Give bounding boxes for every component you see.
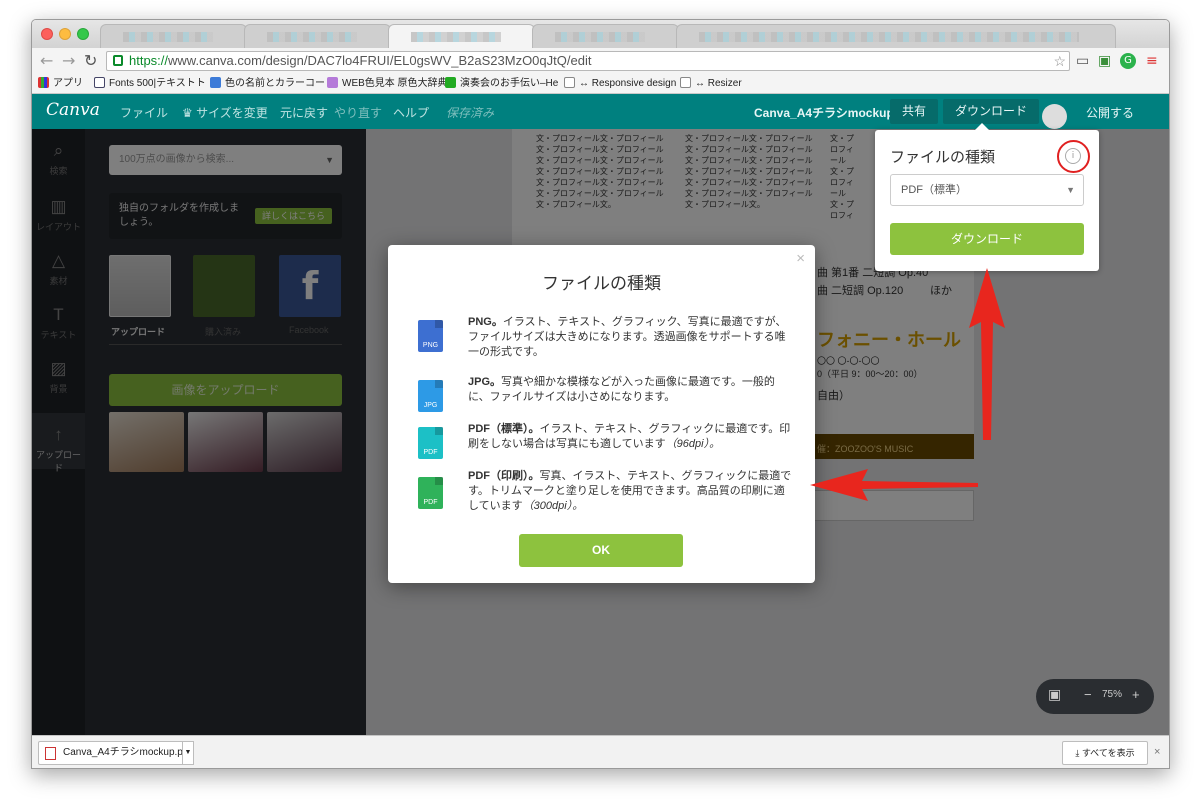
browser-tab[interactable]	[100, 24, 247, 48]
saved-status: 保存済み	[446, 106, 495, 120]
highlight-circle	[1057, 140, 1090, 173]
file-type-row: PDF PDF（標準）。イラスト、テキスト、グラフィックに最適です。印刷をしない…	[418, 422, 790, 472]
downloaded-file[interactable]: Canva_A4チラシmockup.pdf ▼	[38, 741, 194, 765]
redo-button[interactable]: やり直す	[334, 104, 382, 121]
browser-tab[interactable]	[244, 24, 391, 48]
bookmark-item[interactable]: Fonts 500|テキストト	[94, 77, 206, 91]
lock-icon	[113, 55, 123, 66]
url-scheme: https://	[129, 53, 169, 68]
file-type-dialog: × ファイルの種類 PNG PNG。イラスト、テキスト、グラフィック、写真に最適…	[388, 245, 815, 583]
browser-window: ← → ↻ https://www.canva.com/design/DAC7l…	[31, 19, 1170, 769]
tab-bar	[32, 20, 1169, 48]
publish-toggle[interactable]	[1042, 104, 1067, 129]
address-toolbar: ← → ↻ https://www.canva.com/design/DAC7l…	[32, 48, 1169, 74]
file-type-row: JPG JPG。写真や細かな模様などが入った画像に最適です。一般的に、ファイルサ…	[418, 375, 788, 425]
chevron-down-icon: ▼	[1066, 185, 1075, 195]
zoom-window-button[interactable]	[77, 28, 89, 40]
bookmark-star-icon[interactable]: ☆	[1053, 52, 1066, 70]
pdf-standard-file-icon: PDF	[418, 427, 443, 459]
url-text: www.canva.com/design/DAC7lo4FRUI/EL0gsWV…	[168, 53, 592, 68]
canva-logo[interactable]: Canva	[46, 100, 100, 120]
png-file-icon: PNG	[418, 320, 443, 352]
close-window-button[interactable]	[41, 28, 53, 40]
popover-title: ファイルの種類	[890, 149, 996, 166]
pdf-icon	[45, 747, 56, 760]
cast-icon[interactable]: ▭	[1076, 53, 1089, 69]
chevron-down-icon[interactable]: ▼	[182, 741, 194, 765]
download-nav-button[interactable]: ダウンロード	[943, 99, 1040, 124]
bookmarks-bar: アプリ Fonts 500|テキストト 色の名前とカラーコー WEB色見本 原色…	[32, 74, 1169, 94]
browser-tab-active[interactable]	[388, 24, 535, 48]
close-icon[interactable]: ×	[796, 250, 805, 267]
browser-tab[interactable]	[676, 24, 1116, 48]
zoom-control: ▣ − 75% +	[1036, 679, 1154, 714]
bookmark-apps[interactable]: アプリ	[38, 77, 83, 91]
bookmark-item[interactable]: 色の名前とカラーコー	[210, 77, 325, 91]
file-type-select[interactable]: PDF（標準） ▼	[890, 174, 1084, 206]
publish-button[interactable]: 公開する	[1086, 104, 1134, 121]
help-menu[interactable]: ヘルプ	[393, 104, 429, 121]
extension-icon[interactable]: ▣	[1098, 53, 1111, 69]
resize-menu[interactable]: ♛ サイズを変更	[182, 104, 268, 121]
minimize-window-button[interactable]	[59, 28, 71, 40]
forward-icon[interactable]: →	[62, 51, 75, 71]
show-all-downloads-button[interactable]: ⤓ すべてを表示	[1062, 741, 1148, 765]
back-icon[interactable]: ←	[40, 51, 53, 71]
share-button[interactable]: 共有	[890, 99, 939, 124]
close-download-shelf-icon[interactable]: ×	[1154, 746, 1160, 758]
browser-tab[interactable]	[532, 24, 679, 48]
bookmark-item[interactable]: ↔ Resizer	[680, 77, 742, 91]
jpg-file-icon: JPG	[418, 380, 443, 412]
annotation-arrow-up	[969, 268, 1005, 440]
pdf-print-file-icon: PDF	[418, 477, 443, 509]
download-popover: ファイルの種類 i PDF（標準） ▼ ダウンロード	[875, 123, 1099, 271]
file-type-row: PDF PDF（印刷）。写真、イラスト、テキスト、グラフィックに最適です。トリム…	[418, 469, 791, 519]
zoom-level[interactable]: 75%	[1102, 689, 1122, 700]
bookmark-item[interactable]: WEB色見本 原色大辞典	[327, 77, 448, 91]
url-bar[interactable]: https://www.canva.com/design/DAC7lo4FRUI…	[106, 51, 1070, 71]
bookmark-item[interactable]: ↔ Responsive design	[564, 77, 676, 91]
canva-toolbar: Canva ファイル ♛ サイズを変更 元に戻す やり直す ヘルプ 保存済み C…	[32, 94, 1169, 129]
dialog-title: ファイルの種類	[542, 274, 661, 293]
design-name[interactable]: Canva_A4チラシmockup	[754, 104, 894, 121]
file-type-row: PNG PNG。イラスト、テキスト、グラフィック、写真に最適ですが、ファイルサイ…	[418, 315, 788, 365]
undo-button[interactable]: 元に戻す	[280, 104, 328, 121]
zoom-out-button[interactable]: −	[1084, 687, 1092, 702]
annotation-arrow-left	[810, 469, 978, 501]
download-button[interactable]: ダウンロード	[890, 223, 1084, 255]
ok-button[interactable]: OK	[519, 534, 683, 567]
download-shelf: Canva_A4チラシmockup.pdf ▼ ⤓ すべてを表示 ×	[32, 735, 1169, 768]
grammarly-icon[interactable]: G	[1120, 53, 1136, 69]
zoom-in-button[interactable]: +	[1132, 687, 1140, 702]
present-icon[interactable]: ▣	[1048, 686, 1061, 703]
file-menu[interactable]: ファイル	[120, 104, 168, 121]
reload-icon[interactable]: ↻	[84, 51, 97, 71]
bookmark-item[interactable]: 演奏会のお手伝い–He	[445, 77, 558, 91]
menu-icon[interactable]: ≡	[1146, 53, 1158, 69]
